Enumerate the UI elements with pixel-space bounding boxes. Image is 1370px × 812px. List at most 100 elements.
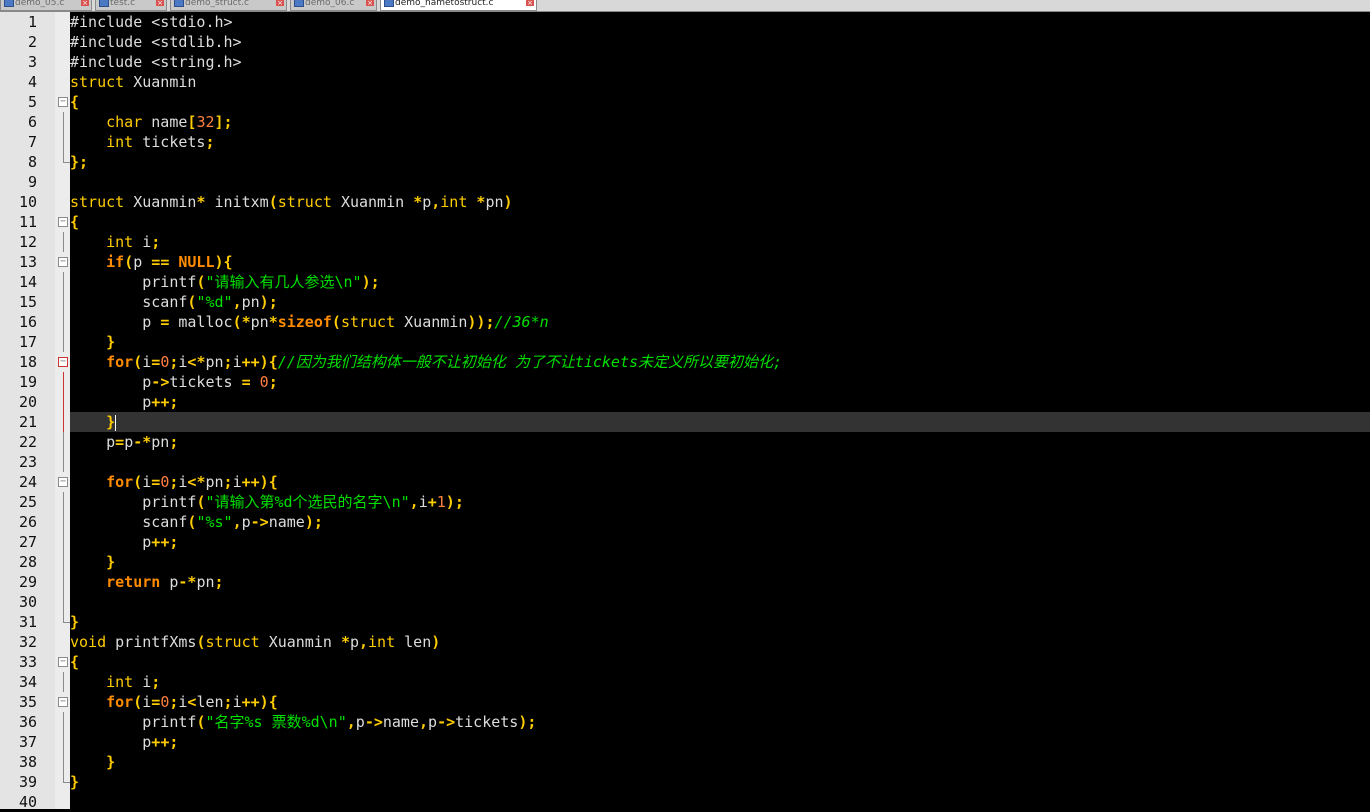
fold-toggle-icon[interactable]: − — [58, 217, 68, 227]
code-text[interactable]: { — [70, 652, 1370, 672]
code-text[interactable] — [70, 452, 1370, 472]
code-line[interactable]: 19 p->tickets = 0; — [0, 372, 1370, 392]
code-text[interactable]: } — [70, 772, 1370, 792]
code-line[interactable]: 29 return p-*pn; — [0, 572, 1370, 592]
tab-demo-06-c[interactable]: demo_06.c × — [290, 0, 377, 11]
code-line[interactable]: 15 scanf("%d",pn); — [0, 292, 1370, 312]
code-text[interactable]: p=p-*pn; — [70, 432, 1370, 452]
code-text[interactable]: }; — [70, 152, 1370, 172]
code-line[interactable]: 28 } — [0, 552, 1370, 572]
fold-toggle-icon[interactable]: − — [58, 477, 68, 487]
code-text[interactable]: struct Xuanmin — [70, 72, 1370, 92]
code-line[interactable]: 18 − for(i=0;i<*pn;i++){//因为我们结构体一般不让初始化 … — [0, 352, 1370, 372]
code-text[interactable]: } — [70, 412, 1370, 432]
code-line[interactable]: 37 p++; — [0, 732, 1370, 752]
code-text[interactable]: struct Xuanmin* initxm(struct Xuanmin *p… — [70, 192, 1370, 212]
code-text[interactable]: return p-*pn; — [70, 572, 1370, 592]
code-line[interactable]: 31} — [0, 612, 1370, 632]
code-text[interactable]: p++; — [70, 532, 1370, 552]
code-line[interactable]: 1 #include <stdio.h> — [0, 12, 1370, 32]
code-text[interactable]: #include <stdlib.h> — [70, 32, 1370, 52]
code-line[interactable]: 7 int tickets; — [0, 132, 1370, 152]
code-line[interactable]: 33 −{ — [0, 652, 1370, 672]
code-text[interactable] — [70, 592, 1370, 612]
close-icon[interactable]: × — [366, 0, 374, 7]
line-number: 31 — [18, 613, 37, 631]
code-text[interactable]: } — [70, 752, 1370, 772]
code-line[interactable]: 16 p = malloc(*pn*sizeof(struct Xuanmin)… — [0, 312, 1370, 332]
code-line[interactable]: 23 — [0, 452, 1370, 472]
code-text[interactable] — [70, 172, 1370, 192]
tab-demo-05-c[interactable]: demo_05.c × — [0, 0, 92, 11]
code-line[interactable]: 12 int i; — [0, 232, 1370, 252]
code-line[interactable]: 32 void printfXms(struct Xuanmin *p,int l… — [0, 632, 1370, 652]
fold-toggle-icon[interactable]: − — [58, 257, 68, 267]
code-line[interactable]: 39} — [0, 772, 1370, 792]
code-line[interactable]: 38 } — [0, 752, 1370, 772]
code-line[interactable]: 21 } — [0, 412, 1370, 432]
code-line[interactable]: 14 printf("请输入有几人参选\n"); — [0, 272, 1370, 292]
close-icon[interactable]: × — [81, 0, 89, 7]
code-text[interactable]: } — [70, 552, 1370, 572]
fold-toggle-icon[interactable]: − — [58, 697, 68, 707]
code-line[interactable]: 36 printf("名字%s 票数%d\n",p->name,p->ticke… — [0, 712, 1370, 732]
code-line[interactable]: 8}; — [0, 152, 1370, 172]
code-text[interactable]: printf("请输入第%d个选民的名字\n",i+1); — [70, 492, 1370, 512]
code-text[interactable]: p++; — [70, 392, 1370, 412]
code-text[interactable]: scanf("%s",p->name); — [70, 512, 1370, 532]
code-text[interactable]: { — [70, 212, 1370, 232]
code-text[interactable]: int i; — [70, 232, 1370, 252]
code-line[interactable]: 11 −{ — [0, 212, 1370, 232]
code-text[interactable]: void printfXms(struct Xuanmin *p,int len… — [70, 632, 1370, 652]
code-text[interactable]: { — [70, 92, 1370, 112]
code-line[interactable]: 30 — [0, 592, 1370, 612]
code-text[interactable]: p++; — [70, 732, 1370, 752]
code-line[interactable]: 6 char name[32]; — [0, 112, 1370, 132]
tab-test-c[interactable]: test.c × — [95, 0, 167, 11]
code-line[interactable]: 26 scanf("%s",p->name); — [0, 512, 1370, 532]
close-icon[interactable]: × — [156, 0, 164, 7]
code-text[interactable]: #include <string.h> — [70, 52, 1370, 72]
code-text[interactable]: scanf("%d",pn); — [70, 292, 1370, 312]
code-text[interactable]: if(p == NULL){ — [70, 252, 1370, 272]
code-line[interactable]: 13 − if(p == NULL){ — [0, 252, 1370, 272]
code-line[interactable]: 34 int i; — [0, 672, 1370, 692]
code-line[interactable]: 9 — [0, 172, 1370, 192]
code-line[interactable]: 20 p++; — [0, 392, 1370, 412]
code-text[interactable]: #include <stdio.h> — [70, 12, 1370, 32]
code-text[interactable]: } — [70, 332, 1370, 352]
code-text[interactable]: for(i=0;i<len;i++){ — [70, 692, 1370, 712]
fold-toggle-icon[interactable]: − — [58, 97, 68, 107]
code-line[interactable]: 27 p++; — [0, 532, 1370, 552]
fold-toggle-icon[interactable]: − — [58, 357, 68, 367]
code-text[interactable]: char name[32]; — [70, 112, 1370, 132]
fold-toggle-icon[interactable]: − — [58, 657, 68, 667]
line-number: 34 — [18, 673, 37, 691]
code-text[interactable] — [70, 792, 1370, 812]
close-icon[interactable]: × — [526, 0, 534, 7]
code-text[interactable]: p = malloc(*pn*sizeof(struct Xuanmin));/… — [70, 312, 1370, 332]
code-text[interactable]: for(i=0;i<*pn;i++){ — [70, 472, 1370, 492]
code-line[interactable]: 25 printf("请输入第%d个选民的名字\n",i+1); — [0, 492, 1370, 512]
code-line[interactable]: 5 −{ — [0, 92, 1370, 112]
code-line[interactable]: 35 − for(i=0;i<len;i++){ — [0, 692, 1370, 712]
code-text[interactable]: int tickets; — [70, 132, 1370, 152]
code-text[interactable]: printf("名字%s 票数%d\n",p->name,p->tickets)… — [70, 712, 1370, 732]
code-text[interactable]: printf("请输入有几人参选\n"); — [70, 272, 1370, 292]
code-line[interactable]: 24 − for(i=0;i<*pn;i++){ — [0, 472, 1370, 492]
code-line[interactable]: 40 — [0, 792, 1370, 812]
tab-demo-nametostruct-c[interactable]: demo_nametostruct.c × — [380, 0, 537, 11]
code-text[interactable]: int i; — [70, 672, 1370, 692]
code-line[interactable]: 2 #include <stdlib.h> — [0, 32, 1370, 52]
tab-demo-struct-c[interactable]: demo_struct.c × — [170, 0, 287, 11]
code-line[interactable]: 17 } — [0, 332, 1370, 352]
code-line[interactable]: 22 p=p-*pn; — [0, 432, 1370, 452]
code-line[interactable]: 3 #include <string.h> — [0, 52, 1370, 72]
code-text[interactable]: p->tickets = 0; — [70, 372, 1370, 392]
code-text[interactable]: for(i=0;i<*pn;i++){//因为我们结构体一般不让初始化 为了不让… — [70, 352, 1370, 372]
line-number: 22 — [18, 433, 37, 451]
code-line[interactable]: 4 struct Xuanmin — [0, 72, 1370, 92]
close-icon[interactable]: × — [276, 0, 284, 7]
code-text[interactable]: } — [70, 612, 1370, 632]
code-line[interactable]: 10 struct Xuanmin* initxm(struct Xuanmin … — [0, 192, 1370, 212]
